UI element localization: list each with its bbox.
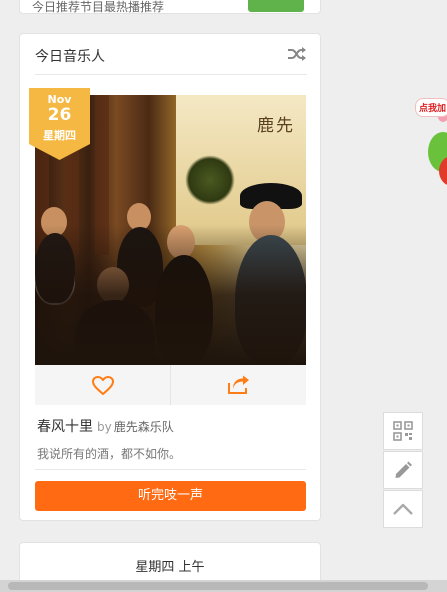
date-badge: Nov 26 星期四 [29,88,90,160]
previous-card-button[interactable] [248,0,304,12]
like-button[interactable] [35,365,170,405]
divider [35,469,306,470]
horizontal-scrollbar[interactable] [0,580,447,592]
date-day: 26 [47,105,72,125]
previous-card: 今日推荐节目最热播推荐 [19,0,321,14]
shuffle-icon[interactable] [287,46,307,62]
song-artist[interactable]: 鹿先森乐队 [114,420,174,434]
action-bar [35,365,306,405]
scrollbar-thumb[interactable] [8,582,428,590]
date-weekday: 星期四 [43,129,76,142]
promo-widget[interactable]: 点我加 [412,96,447,206]
edit-button[interactable] [383,451,423,489]
song-title[interactable]: 春风十里 [37,419,93,435]
card-title: 今日音乐人 [35,49,105,65]
back-to-top-button[interactable] [383,490,423,528]
photo-plant [185,155,235,205]
card-header: 今日音乐人 [35,34,307,75]
promo-label: 点我加 [415,98,447,117]
photo-caption: 鹿先 [257,116,295,136]
previous-card-text: 今日推荐节目最热播推荐 [32,0,165,14]
back-to-top-icon [393,503,413,515]
qr-code-icon [393,421,413,441]
song-description: 我说所有的酒，都不如你。 [37,447,182,461]
heart-icon [91,375,114,395]
share-icon [227,375,249,394]
qr-code-button[interactable] [383,412,423,450]
edit-icon [395,461,412,478]
next-card-title: 星期四 上午 [135,560,205,575]
song-info: 春风十里 by 鹿先森乐队 [37,416,174,436]
song-by-label: by [97,420,112,434]
share-button[interactable] [171,365,306,405]
photo-shadow [35,225,306,365]
listen-button[interactable]: 听完吱一声 [35,481,306,511]
